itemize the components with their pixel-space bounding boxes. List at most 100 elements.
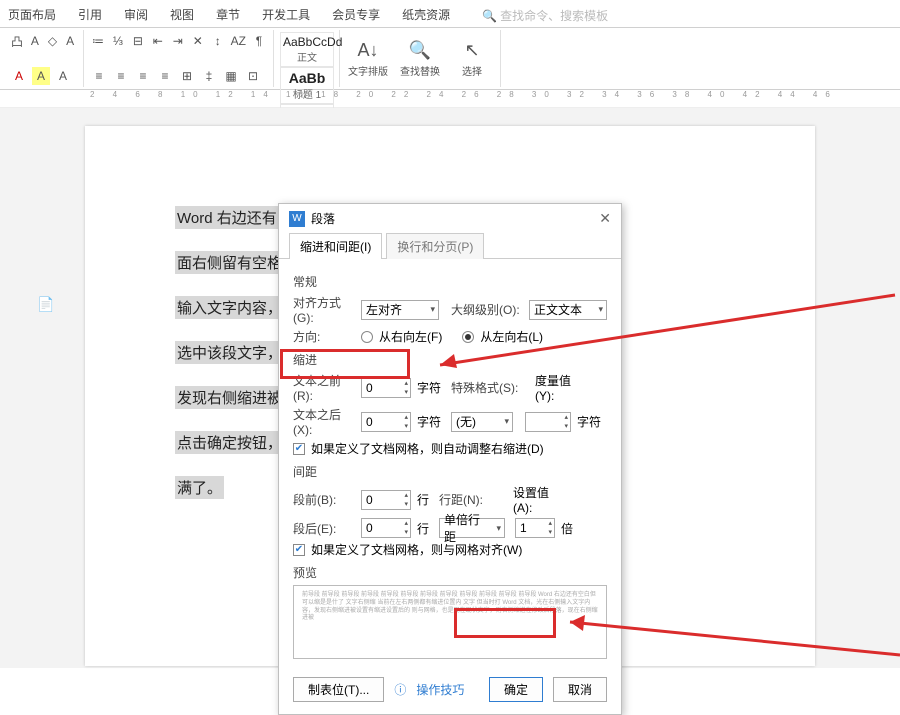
char-border-icon[interactable]: A <box>63 32 77 50</box>
reading-mode-icon[interactable]: 📄 <box>37 296 54 313</box>
align-right-icon[interactable]: ≡ <box>134 67 152 85</box>
highlight-icon[interactable]: A <box>32 67 50 85</box>
tab-line-page-breaks[interactable]: 换行和分页(P) <box>386 233 484 259</box>
borders-icon[interactable]: ⊡ <box>244 67 262 85</box>
special-label: 特殊格式(S): <box>451 379 523 396</box>
line-spacing-select[interactable]: 单倍行距 <box>439 518 505 538</box>
metric-input[interactable] <box>525 412 571 432</box>
cursor-icon: ↖ <box>450 40 494 61</box>
space-after-input[interactable]: 0 <box>361 518 411 538</box>
doc-line-1: Word 右边还有 <box>175 206 279 229</box>
doc-line-3: 输入文字内容， <box>175 296 284 319</box>
ltr-icon[interactable]: ✕ <box>190 32 206 50</box>
auto-indent-checkbox[interactable] <box>293 443 305 455</box>
indent-after-label: 文本之后(X): <box>293 406 355 437</box>
set-value-input[interactable]: 1 <box>515 518 555 538</box>
outline-label: 大纲级别(O): <box>451 301 523 318</box>
ribbon-tabs: 页面布局 引用 审阅 视图 章节 开发工具 会员专享 纸壳资源 🔍 查找命令、搜… <box>0 0 900 28</box>
tips-link[interactable]: 操作技巧 <box>416 681 464 698</box>
tab-sections[interactable]: 章节 <box>214 4 242 27</box>
find-replace-button[interactable]: 🔍查找替换 <box>398 40 442 78</box>
tab-resources[interactable]: 纸壳资源 <box>400 4 452 27</box>
indent-before-label: 文本之前(R): <box>293 372 355 403</box>
format-painter-icon[interactable]: 凸 <box>10 32 24 50</box>
paragraph-group: ≔ ⅓ ⊟ ⇤ ⇥ ✕ ↕ AZ ¶ ≡ ≡ ≡ ≡ ⊞ ‡ ▦ ⊡ <box>84 30 274 87</box>
preview-pane: 前导段 前导段 前导段 前导段 前导段 前导段 前导段 前导段 前导段 前导段 … <box>293 585 607 659</box>
clipboard-group: 凸 A ◇ A A A A <box>4 30 84 87</box>
decrease-indent-icon[interactable]: ⇤ <box>150 32 166 50</box>
space-before-unit: 行 <box>417 491 429 508</box>
app-logo-icon: W <box>289 211 305 227</box>
direction-rtl-label: 从右向左(F) <box>379 328 442 345</box>
increase-indent-icon[interactable]: ⇥ <box>170 32 186 50</box>
multilevel-icon[interactable]: ⊟ <box>130 32 146 50</box>
tab-member[interactable]: 会员专享 <box>330 4 382 27</box>
paragraph-dialog: W 段落 ✕ 缩进和间距(I) 换行和分页(P) 常规 对齐方式(G): 左对齐… <box>278 203 622 715</box>
indent-before-unit: 字符 <box>417 379 441 396</box>
space-before-label: 段前(B): <box>293 491 355 508</box>
close-icon[interactable]: ✕ <box>599 210 611 227</box>
section-indent: 缩进 <box>293 351 607 368</box>
text-layout-button[interactable]: A↓文字排版 <box>346 40 390 78</box>
dialog-titlebar[interactable]: W 段落 ✕ <box>279 204 621 233</box>
section-general: 常规 <box>293 273 607 290</box>
line-spacing-label: 行距(N): <box>439 491 487 508</box>
tab-view[interactable]: 视图 <box>168 4 196 27</box>
section-preview: 预览 <box>293 564 607 581</box>
align-justify-icon[interactable]: ≡ <box>156 67 174 85</box>
show-marks-icon[interactable]: ¶ <box>251 32 267 50</box>
indent-after-input[interactable]: 0 <box>361 412 411 432</box>
shading-icon[interactable]: ▦ <box>222 67 240 85</box>
editing-group: A↓文字排版 🔍查找替换 ↖选择 <box>340 30 501 87</box>
space-before-input[interactable]: 0 <box>361 490 411 510</box>
font-a-icon[interactable]: A <box>28 32 42 50</box>
doc-line-2: 面右侧留有空格 <box>175 251 284 274</box>
tab-review[interactable]: 审阅 <box>122 4 150 27</box>
tab-layout[interactable]: 页面布局 <box>6 4 58 27</box>
section-spacing: 间距 <box>293 463 607 480</box>
direction-label: 方向: <box>293 328 355 345</box>
alignment-select[interactable]: 左对齐 <box>361 300 439 320</box>
metric-label: 度量值(Y): <box>535 372 587 403</box>
tabstops-button[interactable]: 制表位(T)... <box>293 677 384 702</box>
set-value-label: 设置值(A): <box>513 484 565 515</box>
align-left-icon[interactable]: ≡ <box>90 67 108 85</box>
command-search[interactable]: 🔍 查找命令、搜索模板 <box>482 4 608 27</box>
select-button[interactable]: ↖选择 <box>450 40 494 78</box>
doc-line-6: 点击确定按钮， <box>175 431 284 454</box>
numbering-icon[interactable]: ⅓ <box>110 32 126 50</box>
line-spacing2-icon[interactable]: ‡ <box>200 67 218 85</box>
char-shading-icon[interactable]: A <box>54 67 72 85</box>
tab-indent-spacing[interactable]: 缩进和间距(I) <box>289 233 382 259</box>
styles-group: AaBbCcDd正文 AaBb标题 1 AaBb(标题 2 AaBbC(标题 3… <box>274 30 340 87</box>
style-normal[interactable]: AaBbCcDd正文 <box>280 32 334 67</box>
search-icon: 🔍 <box>482 9 497 23</box>
tab-devtools[interactable]: 开发工具 <box>260 4 312 27</box>
space-after-label: 段后(E): <box>293 520 355 537</box>
special-select[interactable]: (无) <box>451 412 513 432</box>
snap-grid-checkbox[interactable] <box>293 544 305 556</box>
bullets-icon[interactable]: ≔ <box>90 32 106 50</box>
outline-select[interactable]: 正文文本 <box>529 300 607 320</box>
sort-icon[interactable]: AZ <box>230 32 247 50</box>
tab-references[interactable]: 引用 <box>76 4 104 27</box>
horizontal-ruler[interactable]: 2 4 6 8 10 12 14 16 18 20 22 24 26 28 30… <box>0 90 900 108</box>
align-center-icon[interactable]: ≡ <box>112 67 130 85</box>
auto-indent-label: 如果定义了文档网格，则自动调整右缩进(D) <box>311 440 544 457</box>
distribute-icon[interactable]: ⊞ <box>178 67 196 85</box>
direction-rtl-radio[interactable] <box>361 331 373 343</box>
clear-format-icon[interactable]: ◇ <box>46 32 60 50</box>
space-after-unit: 行 <box>417 520 429 537</box>
direction-ltr-label: 从左向右(L) <box>480 328 543 345</box>
line-spacing-icon[interactable]: ↕ <box>210 32 226 50</box>
find-icon: 🔍 <box>398 40 442 61</box>
indent-before-input[interactable]: 0 <box>361 378 411 398</box>
doc-line-7: 满了。 <box>175 476 224 499</box>
search-placeholder: 查找命令、搜索模板 <box>500 7 608 24</box>
alignment-label: 对齐方式(G): <box>293 294 355 325</box>
font-color-icon[interactable]: A <box>10 67 28 85</box>
direction-ltr-radio[interactable] <box>462 331 474 343</box>
cancel-button[interactable]: 取消 <box>553 677 607 702</box>
ok-button[interactable]: 确定 <box>489 677 543 702</box>
set-unit: 倍 <box>561 520 573 537</box>
